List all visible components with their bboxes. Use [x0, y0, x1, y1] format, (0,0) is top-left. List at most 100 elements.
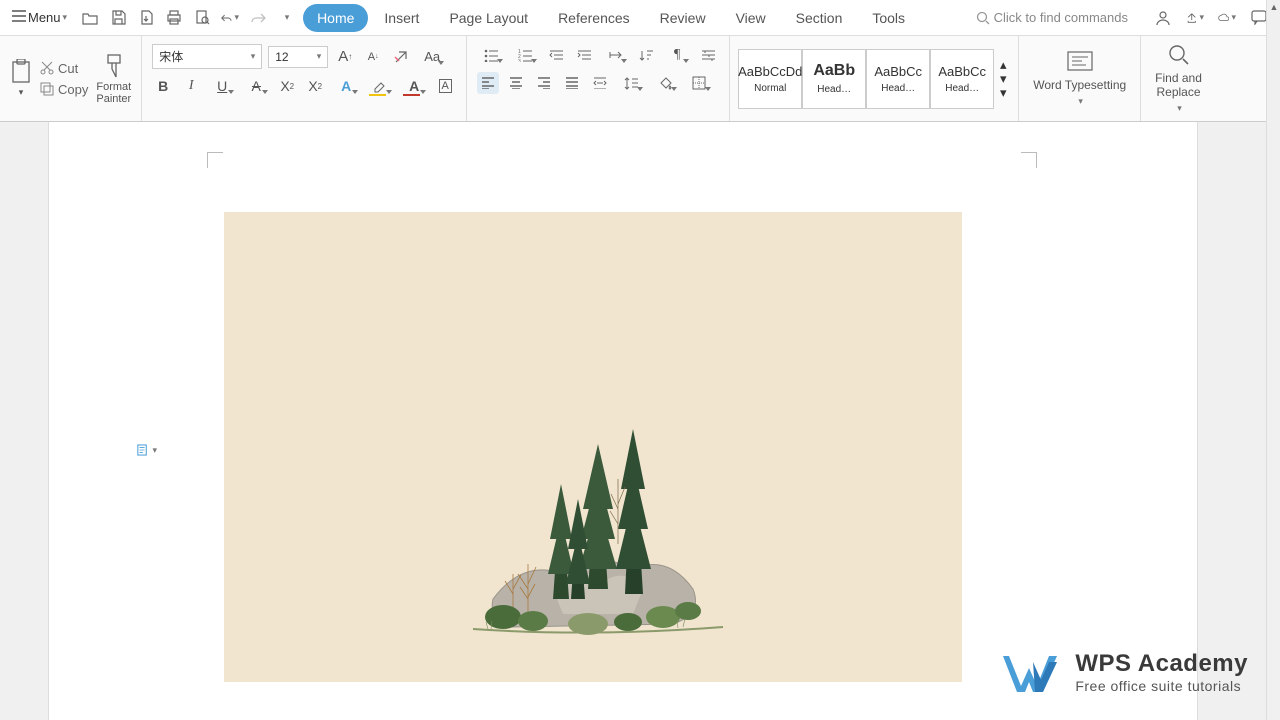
- style-name: Head…: [881, 83, 915, 94]
- tab-stops-button[interactable]: [697, 44, 719, 66]
- distribute-button[interactable]: [589, 72, 611, 94]
- style-heading2[interactable]: AaBbCc Head…: [866, 49, 930, 109]
- numbering-button[interactable]: 123: [511, 44, 539, 66]
- customize-qat-icon[interactable]: ▾: [277, 9, 295, 27]
- chevron-down-icon: ▾: [152, 445, 157, 456]
- open-icon[interactable]: [81, 9, 99, 27]
- sort-button[interactable]: [635, 44, 657, 66]
- document-area: ▾: [0, 122, 1280, 720]
- user-icon[interactable]: [1154, 9, 1172, 27]
- search-icon: [976, 11, 990, 25]
- style-heading1[interactable]: AaBb Head…: [802, 49, 866, 109]
- page-tag-icon[interactable]: ▾: [137, 442, 157, 458]
- chevron-down-icon: ▾: [1078, 96, 1083, 107]
- subscript-button[interactable]: X2: [304, 75, 326, 97]
- document-page[interactable]: ▾: [48, 122, 1198, 720]
- clipboard-group: ▾ Cut Copy Format Painter: [0, 36, 142, 121]
- styles-up-button[interactable]: ▴: [996, 58, 1010, 72]
- style-normal[interactable]: AaBbCcDd Normal: [738, 49, 802, 109]
- vertical-scrollbar[interactable]: ▲: [1266, 0, 1280, 720]
- tab-view[interactable]: View: [722, 4, 780, 32]
- print-preview-icon[interactable]: [193, 9, 211, 27]
- tab-insert[interactable]: Insert: [370, 4, 433, 32]
- line-spacing-button[interactable]: [617, 72, 645, 94]
- superscript-button[interactable]: X2: [276, 75, 298, 97]
- word-typesetting-button[interactable]: Word Typesetting ▾: [1019, 36, 1141, 121]
- underline-button[interactable]: U: [208, 75, 236, 97]
- shading-button[interactable]: [651, 72, 679, 94]
- style-heading3[interactable]: AaBbCc Head…: [930, 49, 994, 109]
- grow-font-button[interactable]: A↑: [334, 46, 356, 68]
- paste-button[interactable]: ▾: [10, 59, 32, 98]
- decrease-indent-button[interactable]: [545, 44, 567, 66]
- align-left-button[interactable]: [477, 72, 499, 94]
- bold-button[interactable]: B: [152, 75, 174, 97]
- tab-tools[interactable]: Tools: [858, 4, 919, 32]
- find-replace-button[interactable]: Find and Replace ▾: [1141, 36, 1216, 121]
- tab-references[interactable]: References: [544, 4, 644, 32]
- highlighter-icon: [373, 79, 387, 93]
- font-size-value: 12: [275, 50, 288, 64]
- undo-icon[interactable]: ▾: [221, 9, 239, 27]
- highlight-color-button[interactable]: [366, 75, 394, 97]
- format-painter-label: Format Painter: [96, 81, 131, 105]
- redo-icon[interactable]: [249, 9, 267, 27]
- paragraph-group: 123 ¶: [467, 36, 730, 121]
- change-case-button[interactable]: Aa: [418, 46, 446, 68]
- styles-down-button[interactable]: ▾: [996, 72, 1010, 86]
- format-painter-button[interactable]: Format Painter: [96, 53, 131, 105]
- copy-button[interactable]: Copy: [40, 82, 88, 97]
- bullets-button[interactable]: [477, 44, 505, 66]
- find-replace-label: Find and Replace: [1155, 71, 1202, 99]
- watermark-title: WPS Academy: [1075, 650, 1248, 678]
- tab-page-layout[interactable]: Page Layout: [435, 4, 542, 32]
- italic-button[interactable]: I: [180, 75, 202, 97]
- align-center-button[interactable]: [505, 72, 527, 94]
- paintbrush-icon: [103, 53, 125, 79]
- command-search-placeholder: Click to find commands: [994, 10, 1128, 25]
- chevron-down-icon: ▾: [1177, 103, 1182, 114]
- image-content-illustration: [433, 389, 753, 652]
- svg-text:3: 3: [518, 59, 521, 62]
- show-marks-button[interactable]: ¶: [663, 44, 691, 66]
- ribbon: ▾ Cut Copy Format Painter 宋体 ▾ 12: [0, 36, 1280, 122]
- font-size-dropdown[interactable]: 12 ▾: [268, 46, 328, 68]
- app-menu-label: Menu: [28, 10, 61, 25]
- text-effects-button[interactable]: A: [332, 75, 360, 97]
- app-menu-dropdown[interactable]: Menu ▾: [4, 6, 75, 29]
- scissors-icon: [40, 61, 54, 75]
- chevron-down-icon: ▾: [63, 12, 68, 23]
- tab-section[interactable]: Section: [782, 4, 857, 32]
- inserted-image[interactable]: [224, 212, 962, 682]
- copy-label: Copy: [58, 82, 88, 97]
- borders-button[interactable]: [685, 72, 713, 94]
- tab-review[interactable]: Review: [646, 4, 720, 32]
- cut-button[interactable]: Cut: [40, 61, 88, 76]
- word-typesetting-label: Word Typesetting: [1033, 78, 1126, 92]
- font-name-dropdown[interactable]: 宋体 ▾: [152, 44, 262, 69]
- align-justify-button[interactable]: [561, 72, 583, 94]
- cloud-icon[interactable]: ▾: [1218, 9, 1236, 27]
- scroll-up-arrow[interactable]: ▲: [1267, 0, 1280, 14]
- font-name-value: 宋体: [159, 48, 183, 65]
- strikethrough-button[interactable]: A: [242, 75, 270, 97]
- shrink-font-button[interactable]: A↓: [362, 46, 384, 68]
- style-preview: AaBb: [813, 62, 855, 80]
- clear-formatting-button[interactable]: [390, 46, 412, 68]
- tab-home[interactable]: Home: [303, 4, 368, 32]
- increase-indent-button[interactable]: [573, 44, 595, 66]
- style-name: Head…: [945, 83, 979, 94]
- print-icon[interactable]: [165, 9, 183, 27]
- styles-expand-button[interactable]: ▾: [996, 86, 1010, 100]
- copy-icon: [40, 82, 54, 96]
- command-search[interactable]: Click to find commands: [968, 6, 1136, 29]
- align-right-button[interactable]: [533, 72, 555, 94]
- character-border-button[interactable]: A: [434, 75, 456, 97]
- style-preview: AaBbCc: [938, 64, 986, 79]
- font-color-button[interactable]: A: [400, 75, 428, 97]
- text-direction-button[interactable]: [601, 44, 629, 66]
- share-icon[interactable]: ▾: [1186, 9, 1204, 27]
- save-icon[interactable]: [109, 9, 127, 27]
- font-group: 宋体 ▾ 12 ▾ A↑ A↓ Aa B I U A X2 X2 A A A: [142, 36, 467, 121]
- export-pdf-icon[interactable]: [137, 9, 155, 27]
